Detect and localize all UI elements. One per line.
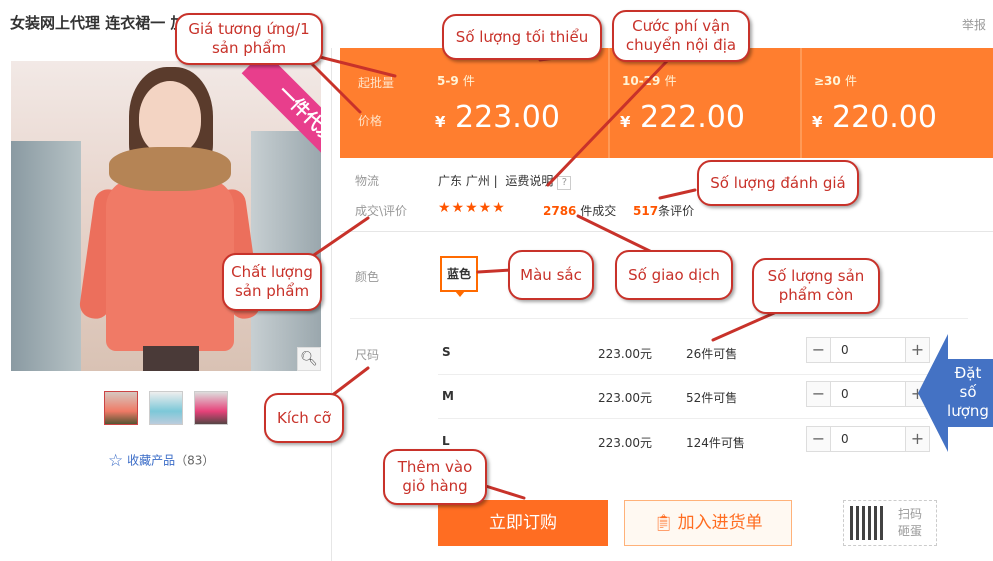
divider <box>350 318 968 319</box>
annotation-unit-price: Giá tương ứng/1 sản phẩm <box>175 13 323 65</box>
transaction-count[interactable]: 2786 件成交 <box>543 202 616 219</box>
sku-price: 223.00元 <box>598 347 652 361</box>
tier-unit: 件 <box>844 74 857 88</box>
fur-collar <box>109 147 231 191</box>
add-to-cart-button[interactable]: 📋︎ 加入进货单 <box>624 500 792 546</box>
review-count[interactable]: 517条评价 <box>633 202 694 219</box>
tier-range: 5-9 <box>437 74 459 88</box>
currency-symbol: ¥ <box>435 113 446 131</box>
decrement-button[interactable]: − <box>807 338 831 362</box>
annotation-color: Màu sắc <box>508 250 594 300</box>
rating-stars: ★★★★★ <box>438 200 506 216</box>
currency-symbol: ¥ <box>620 113 631 131</box>
shipping-info-link[interactable]: 运费说明 <box>505 174 553 188</box>
star-outline-icon: ☆ <box>108 451 124 471</box>
annotation-transactions: Số giao dịch <box>615 250 733 300</box>
ship-from-location: 广东 广州 <box>438 174 490 188</box>
tier-price: 220.00 <box>831 100 937 135</box>
currency-symbol: ¥ <box>812 113 823 131</box>
page: { "title": "女装网上代理 连衣裙一 加盟 微信女装代", "repo… <box>0 0 993 561</box>
thumbnail-3[interactable] <box>194 391 228 425</box>
model-face <box>139 81 201 155</box>
moq-label: 起批量 <box>358 76 395 90</box>
quantity-input[interactable]: 0 <box>841 432 849 446</box>
favorite-product[interactable]: ☆ 收藏产品（83） <box>108 451 214 471</box>
transaction-suffix: 件成交 <box>580 204 617 218</box>
sku-row: M 223.00元 52件可售 − 0 + <box>438 375 968 419</box>
review-suffix: 条评价 <box>658 204 695 218</box>
trade-label: 成交\评价 <box>355 204 408 218</box>
annotation-review-count: Số lượng đánh giá <box>697 160 859 206</box>
tier-price: 222.00 <box>639 100 745 135</box>
order-now-button[interactable]: 立即订购 <box>438 500 608 546</box>
price-tier: ≥30 件 ¥ 220.00 <box>800 48 993 158</box>
qr-promo[interactable]: 扫码砸蛋 <box>843 500 937 546</box>
annotation-stock: Số lượng sản phẩm còn <box>752 258 880 314</box>
sku-row: L 223.00元 124件可售 − 0 + <box>438 420 968 464</box>
color-option-label: 蓝色 <box>446 267 471 281</box>
quantity-stepper: − 0 + <box>806 337 930 363</box>
product-main-image[interactable]: 一件代发 <box>11 61 321 371</box>
annotation-shipping: Cước phí vận chuyển nội địa <box>612 10 750 62</box>
price-bar: 起批量 价格 5-9 件 ¥ 223.00 10-29 件 ¥ 222.00 ≥… <box>340 48 993 158</box>
sku-size: M <box>442 389 454 403</box>
transaction-number: 2786 <box>543 204 577 218</box>
background-shape <box>11 141 81 371</box>
color-option-selected[interactable]: 蓝色 <box>440 256 478 297</box>
tier-unit: 件 <box>462 74 475 88</box>
color-label: 颜色 <box>355 270 380 284</box>
qr-text: 扫码砸蛋 <box>898 507 923 538</box>
quantity-input[interactable]: 0 <box>841 387 849 401</box>
sku-price: 223.00元 <box>598 436 652 450</box>
decrement-button[interactable]: − <box>807 382 831 406</box>
thumbnail-2[interactable] <box>149 391 183 425</box>
tier-price: 223.00 <box>454 100 560 135</box>
price-label: 价格 <box>358 114 383 128</box>
annotation-order-qty: Đặt số lượng <box>947 364 989 420</box>
sku-stock: 26件可售 <box>686 347 738 361</box>
report-link[interactable]: 举报 <box>962 16 986 33</box>
price-tier: 5-9 件 ¥ 223.00 <box>425 48 605 158</box>
sku-row: S 223.00元 26件可售 − 0 + <box>438 331 968 375</box>
quantity-stepper: − 0 + <box>806 426 930 452</box>
sku-stock: 124件可售 <box>686 436 745 450</box>
tier-range: 10-29 <box>622 74 661 88</box>
thumbnail-1[interactable] <box>104 391 138 425</box>
review-number: 517 <box>633 204 659 218</box>
pink-coat <box>106 179 234 351</box>
annotation-add-cart: Thêm vào giỏ hàng <box>383 449 487 505</box>
add-to-cart-label: 加入进货单 <box>677 513 763 533</box>
price-tier: 10-29 件 ¥ 222.00 <box>608 48 798 158</box>
annotation-size: Kích cỡ <box>264 393 344 443</box>
sku-size: S <box>442 345 451 359</box>
row-divider <box>438 418 928 419</box>
tier-range: ≥30 <box>814 74 841 88</box>
divider <box>340 231 993 232</box>
quantity-input[interactable]: 0 <box>841 343 849 357</box>
sku-price: 223.00元 <box>598 391 652 405</box>
logistics-info: 广东 广州 | 运费说明? <box>438 172 572 190</box>
size-label: 尺码 <box>355 348 380 362</box>
sku-stock: 52件可售 <box>686 391 738 405</box>
magnifier-icon[interactable]: 🔍︎ <box>297 347 321 371</box>
help-icon[interactable]: ? <box>557 176 572 190</box>
favorite-count: （83） <box>175 453 215 468</box>
decrement-button[interactable]: − <box>807 427 831 451</box>
annotation-quality: Chất lượng sản phẩm <box>222 253 322 311</box>
quantity-stepper: − 0 + <box>806 381 930 407</box>
tier-unit: 件 <box>664 74 677 88</box>
background-shape <box>251 131 321 371</box>
annotation-min-qty: Số lượng tối thiểu <box>442 14 602 60</box>
clipboard-icon: 📋︎ <box>653 513 674 532</box>
selected-indicator <box>455 291 465 297</box>
sku-size: L <box>442 434 450 448</box>
favorite-label: 收藏产品 <box>127 453 176 468</box>
qr-code-icon <box>850 506 884 540</box>
logistics-label: 物流 <box>355 174 380 188</box>
model-legs <box>143 346 199 371</box>
